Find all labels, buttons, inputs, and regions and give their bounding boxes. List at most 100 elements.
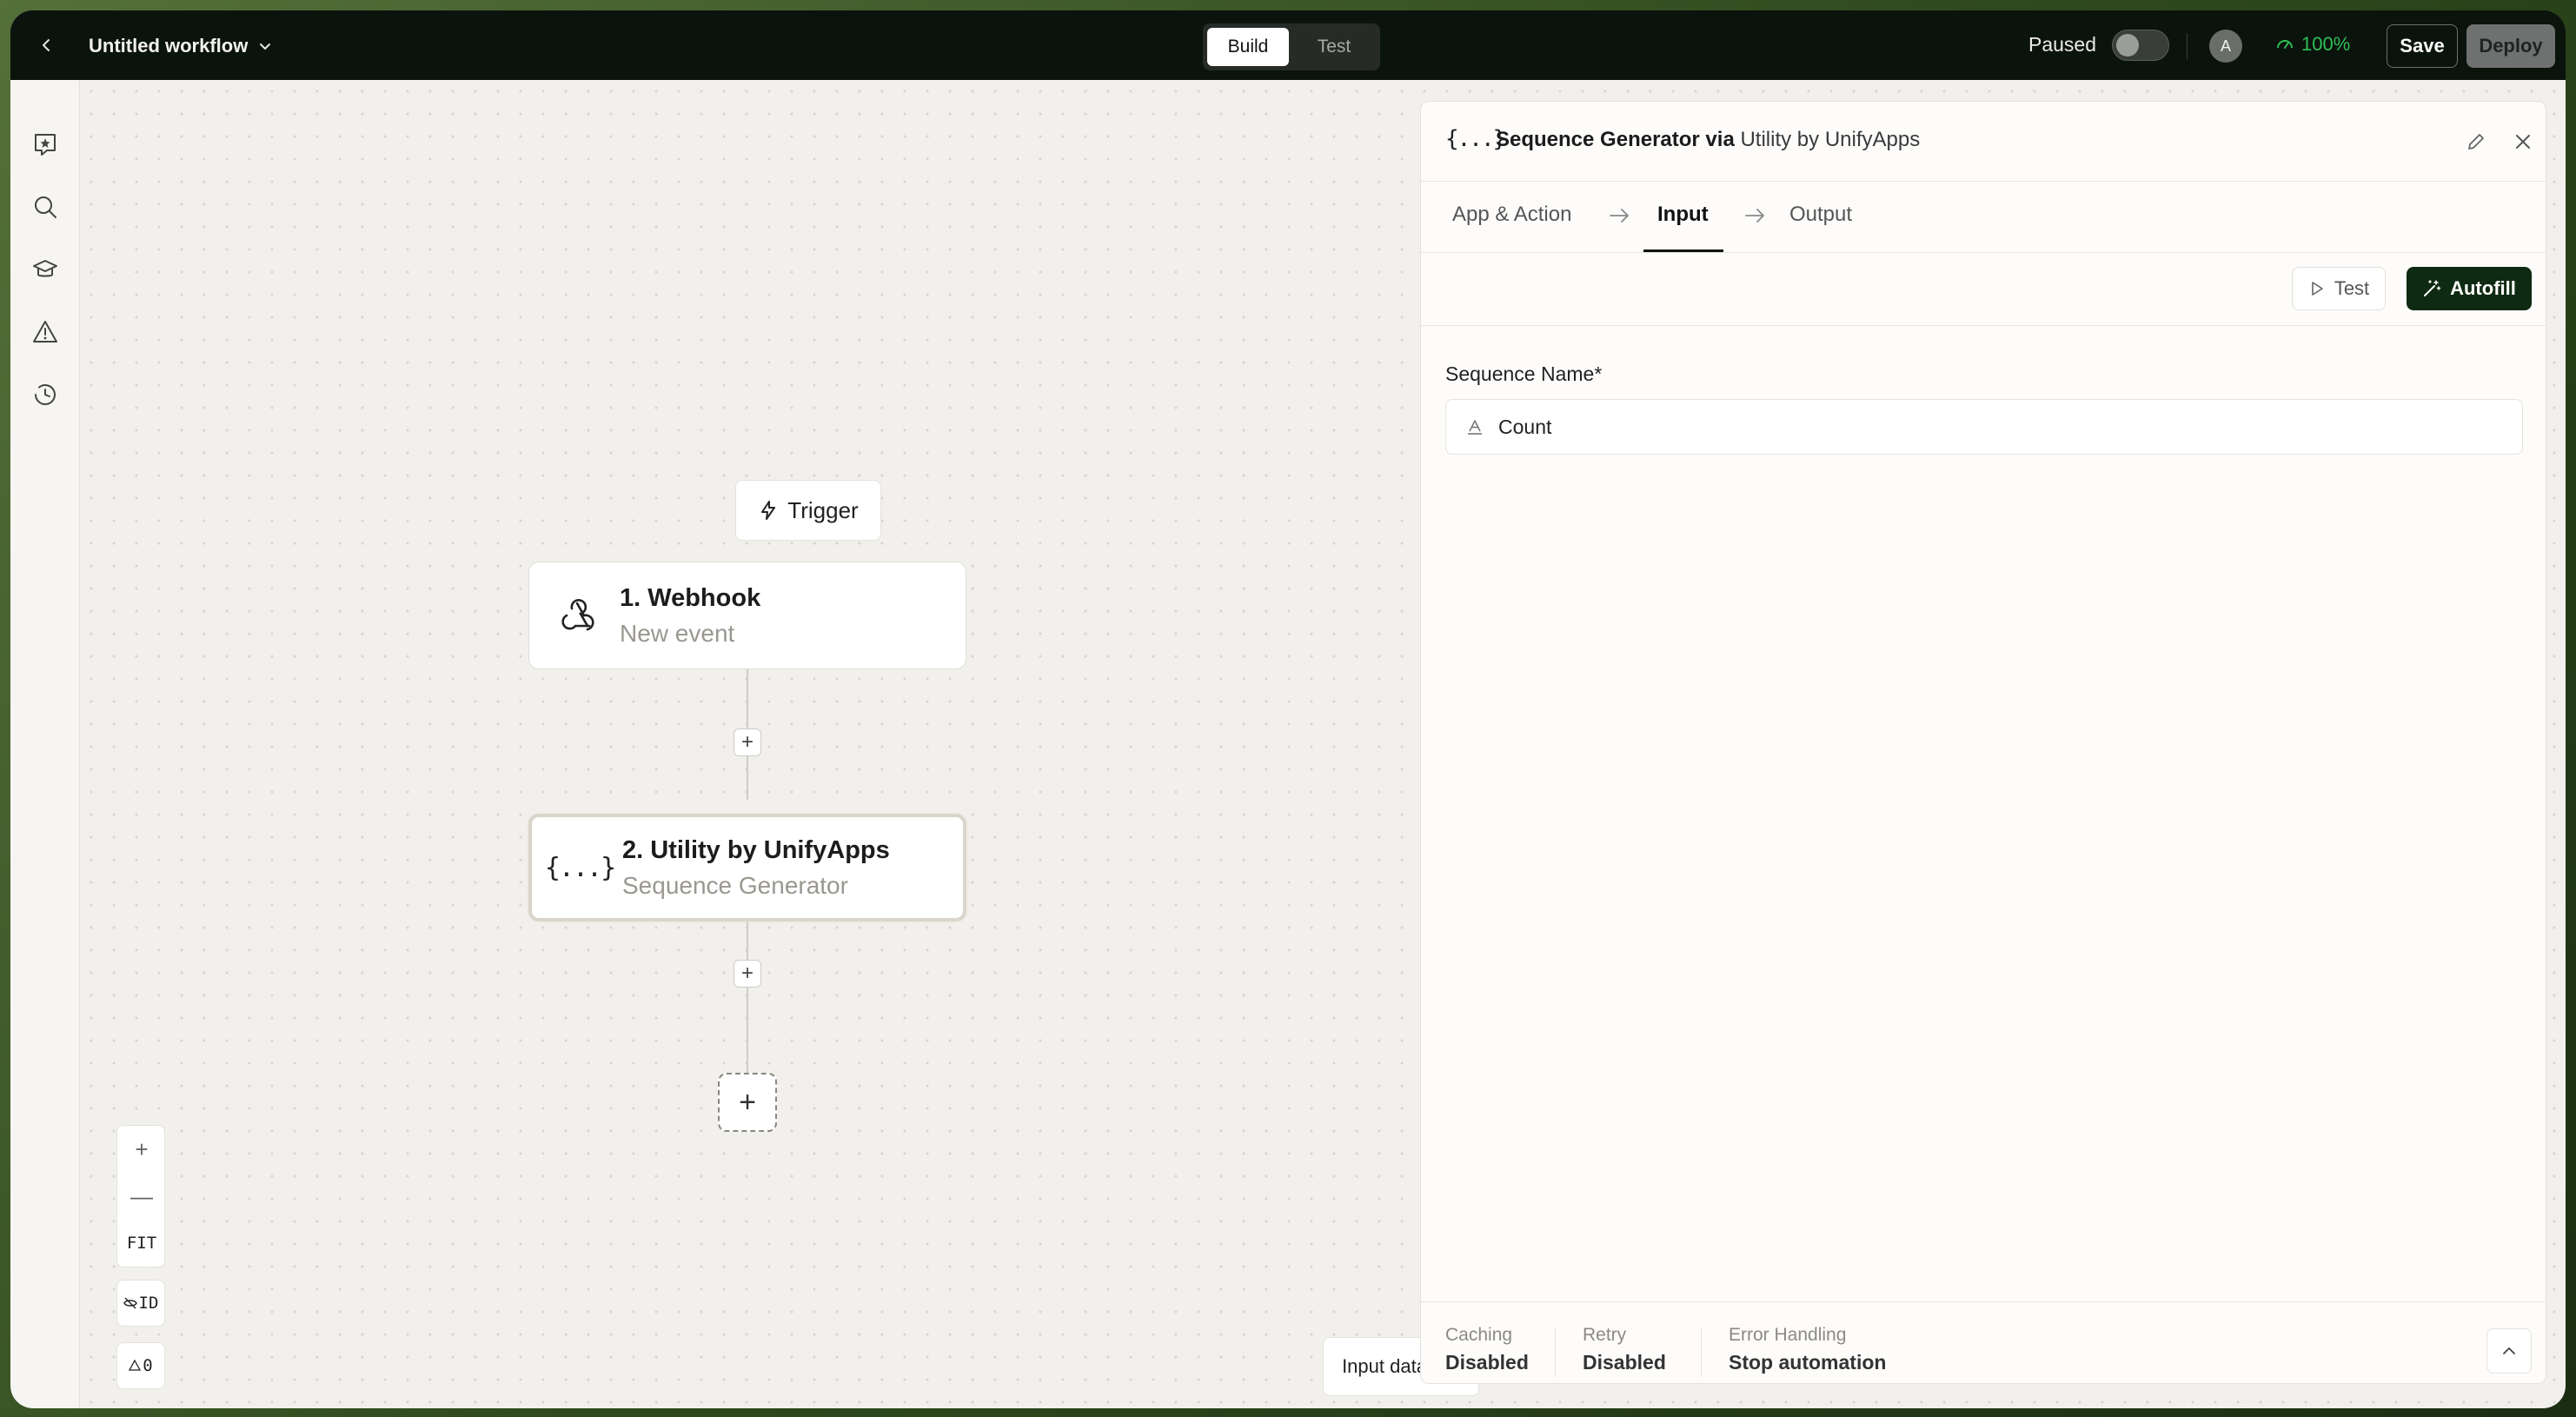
- warning-icon: [129, 1360, 142, 1371]
- arrow-right-icon: [1610, 209, 1630, 223]
- footer-value: Disabled: [1583, 1351, 1666, 1374]
- health-indicator[interactable]: 100%: [2275, 33, 2350, 56]
- toggle-ids-button[interactable]: ID: [116, 1280, 165, 1327]
- ai-assistant-button[interactable]: [28, 127, 63, 162]
- divider: [1555, 1328, 1556, 1377]
- sequence-name-value: Count: [1498, 415, 1552, 438]
- ai-star-icon: [35, 134, 56, 156]
- history-icon: [35, 384, 56, 405]
- trigger-label: Trigger: [787, 496, 859, 523]
- mode-build-button[interactable]: Build: [1207, 28, 1289, 66]
- add-step-button[interactable]: +: [734, 960, 761, 988]
- close-button[interactable]: [2507, 126, 2539, 157]
- add-final-step-button[interactable]: +: [718, 1073, 777, 1132]
- tab-input[interactable]: Input: [1657, 203, 1709, 227]
- autofill-label: Autofill: [2450, 277, 2516, 299]
- panel-title-via: via: [1705, 128, 1735, 151]
- chevron-down-icon: [260, 43, 271, 50]
- health-percent: 100%: [2301, 33, 2351, 55]
- trigger-chip: Trigger: [735, 480, 881, 541]
- lightning-icon: [761, 501, 776, 520]
- node-title: 2. Utility by UnifyApps: [622, 835, 890, 864]
- node-title: 1. Webhook: [620, 583, 761, 612]
- tab-output[interactable]: Output: [1789, 203, 1852, 227]
- connector-line: [747, 921, 748, 1074]
- panel-actions: Test Autofill: [1421, 253, 2546, 326]
- pause-toggle[interactable]: [2112, 30, 2169, 61]
- workflow-title: Untitled workflow: [89, 35, 249, 57]
- warnings-count: 0: [143, 1356, 153, 1375]
- zoom-in-button[interactable]: +: [117, 1126, 166, 1173]
- chevron-left-icon: [43, 39, 50, 51]
- plus-icon: +: [739, 1085, 756, 1119]
- footer-expand-button[interactable]: [2486, 1328, 2532, 1374]
- panel-footer: Caching Disabled Retry Disabled Error Ha…: [1421, 1301, 2546, 1383]
- text-type-icon: [1468, 420, 1482, 435]
- app-window: Untitled workflow Build Test Paused A 10…: [10, 10, 2566, 1408]
- search-button[interactable]: [28, 190, 63, 224]
- deploy-button[interactable]: Deploy: [2466, 24, 2555, 68]
- magic-wand-icon: [2424, 280, 2441, 296]
- footer-value: Stop automation: [1729, 1351, 1887, 1374]
- braces-icon: {...}: [544, 852, 616, 883]
- save-button[interactable]: Save: [2387, 24, 2458, 68]
- mode-switch: Build Test: [1203, 23, 1380, 70]
- close-icon: [2516, 135, 2530, 149]
- active-tab-indicator: [1643, 249, 1723, 252]
- divider: [1701, 1328, 1702, 1377]
- divider: [2187, 33, 2188, 59]
- node-icon-container: [547, 585, 607, 646]
- node-subtitle: New event: [620, 619, 735, 647]
- warning-icon: [33, 321, 57, 343]
- step-config-panel: {...} Sequence Generator via Utility by …: [1420, 101, 2546, 1384]
- play-icon: [2312, 282, 2323, 296]
- warnings-button[interactable]: [28, 315, 63, 349]
- toggle-knob: [2116, 34, 2139, 57]
- status-label: Paused: [2028, 33, 2097, 56]
- webhook-icon: [561, 599, 594, 631]
- panel-header: {...} Sequence Generator via Utility by …: [1421, 102, 2546, 182]
- workflow-title-dropdown[interactable]: Untitled workflow: [89, 33, 274, 59]
- pencil-icon: [2468, 134, 2484, 150]
- add-step-button[interactable]: +: [734, 728, 761, 756]
- top-bar: Untitled workflow Build Test Paused A 10…: [10, 10, 2566, 80]
- zoom-out-button[interactable]: —: [117, 1173, 166, 1220]
- workflow-node-webhook[interactable]: 1. Webhook New event: [528, 562, 966, 669]
- warnings-count-button[interactable]: 0: [116, 1342, 165, 1389]
- chevron-up-icon: [2503, 1347, 2515, 1354]
- back-button[interactable]: [33, 31, 61, 59]
- learn-button[interactable]: [28, 252, 63, 287]
- autofill-button[interactable]: Autofill: [2407, 267, 2532, 310]
- test-label: Test: [2334, 277, 2370, 299]
- plus-icon: +: [740, 730, 754, 754]
- panel-title-action: Sequence Generator: [1496, 128, 1700, 151]
- gauge-icon: [2277, 40, 2293, 49]
- search-icon: [35, 196, 56, 218]
- plus-icon: +: [740, 961, 754, 985]
- test-button[interactable]: Test: [2292, 267, 2386, 310]
- input-data-label: Input data: [1342, 1355, 1427, 1377]
- sequence-name-input[interactable]: Count: [1445, 399, 2523, 455]
- zoom-fit-button[interactable]: FIT: [117, 1220, 166, 1267]
- zoom-controls: + — FIT: [116, 1125, 165, 1267]
- footer-label: Error Handling: [1729, 1325, 1847, 1345]
- panel-title: Sequence Generator via Utility by UnifyA…: [1496, 128, 1920, 152]
- footer-caching[interactable]: Caching Disabled: [1445, 1325, 1529, 1374]
- footer-error-handling[interactable]: Error Handling Stop automation: [1729, 1325, 1886, 1374]
- mode-test-button[interactable]: Test: [1292, 28, 1376, 66]
- toggle-ids-label: ID: [138, 1294, 159, 1313]
- footer-label: Retry: [1583, 1325, 1627, 1345]
- node-subtitle: Sequence Generator: [622, 871, 848, 899]
- step-tabs: App & Action Input Output: [1421, 182, 2546, 253]
- learn-icon: [33, 260, 57, 277]
- panel-title-app: Utility by UnifyApps: [1740, 128, 1921, 151]
- eye-off-icon: [123, 1297, 137, 1309]
- arrow-right-icon: [1745, 209, 1765, 223]
- edit-button[interactable]: [2460, 126, 2492, 157]
- footer-retry[interactable]: Retry Disabled: [1583, 1325, 1666, 1374]
- history-button[interactable]: [28, 377, 63, 412]
- avatar[interactable]: A: [2209, 30, 2242, 63]
- footer-value: Disabled: [1445, 1351, 1529, 1374]
- workflow-node-utility[interactable]: {...} 2. Utility by UnifyApps Sequence G…: [528, 814, 966, 921]
- tab-app-action[interactable]: App & Action: [1452, 203, 1571, 227]
